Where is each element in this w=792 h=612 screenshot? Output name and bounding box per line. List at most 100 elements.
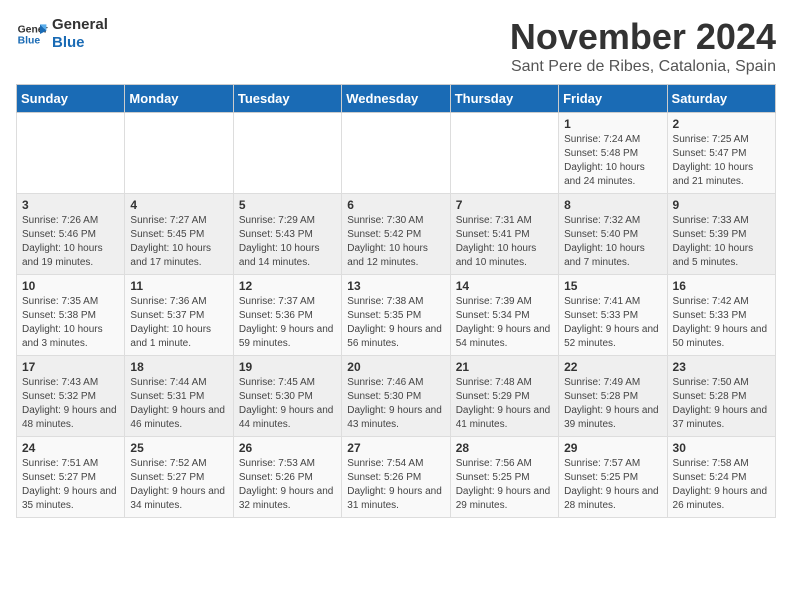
title-block: November 2024 Sant Pere de Ribes, Catalo… <box>510 16 776 76</box>
day-number: 25 <box>130 441 227 455</box>
calendar-cell <box>450 113 558 194</box>
day-number: 15 <box>564 279 661 293</box>
calendar-cell: 3 Sunrise: 7:26 AM Sunset: 5:46 PM Daylig… <box>17 194 125 275</box>
calendar-cell: 5 Sunrise: 7:29 AM Sunset: 5:43 PM Daylig… <box>233 194 341 275</box>
day-number: 12 <box>239 279 336 293</box>
calendar-week-1: 1 Sunrise: 7:24 AM Sunset: 5:48 PM Daylig… <box>17 113 776 194</box>
day-number: 10 <box>22 279 119 293</box>
day-info: Sunrise: 7:52 AM Sunset: 5:27 PM Dayligh… <box>130 457 227 513</box>
weekday-header-tuesday: Tuesday <box>233 85 341 113</box>
calendar-cell: 4 Sunrise: 7:27 AM Sunset: 5:45 PM Daylig… <box>125 194 233 275</box>
calendar-cell: 30 Sunrise: 7:58 AM Sunset: 5:24 PM Dayli… <box>667 437 775 518</box>
day-info: Sunrise: 7:25 AM Sunset: 5:47 PM Dayligh… <box>673 133 770 189</box>
day-number: 19 <box>239 360 336 374</box>
calendar-cell: 11 Sunrise: 7:36 AM Sunset: 5:37 PM Dayli… <box>125 275 233 356</box>
day-info: Sunrise: 7:36 AM Sunset: 5:37 PM Dayligh… <box>130 295 227 351</box>
calendar-cell: 13 Sunrise: 7:38 AM Sunset: 5:35 PM Dayli… <box>342 275 450 356</box>
month-title: November 2024 <box>510 16 776 58</box>
calendar-cell: 28 Sunrise: 7:56 AM Sunset: 5:25 PM Dayli… <box>450 437 558 518</box>
logo: General Blue General Blue <box>16 16 108 52</box>
day-number: 23 <box>673 360 770 374</box>
day-info: Sunrise: 7:43 AM Sunset: 5:32 PM Dayligh… <box>22 376 119 432</box>
calendar-cell: 17 Sunrise: 7:43 AM Sunset: 5:32 PM Dayli… <box>17 356 125 437</box>
day-number: 24 <box>22 441 119 455</box>
calendar-cell: 21Sunrise: 7:48 AM Sunset: 5:29 PM Dayli… <box>450 356 558 437</box>
day-info: Sunrise: 7:51 AM Sunset: 5:27 PM Dayligh… <box>22 457 119 513</box>
calendar-cell: 6 Sunrise: 7:30 AM Sunset: 5:42 PM Daylig… <box>342 194 450 275</box>
day-number: 29 <box>564 441 661 455</box>
day-number: 14 <box>456 279 553 293</box>
calendar-cell: 27Sunrise: 7:54 AM Sunset: 5:26 PM Dayli… <box>342 437 450 518</box>
day-info: Sunrise: 7:57 AM Sunset: 5:25 PM Dayligh… <box>564 457 661 513</box>
day-info: Sunrise: 7:26 AM Sunset: 5:46 PM Dayligh… <box>22 214 119 270</box>
day-number: 26 <box>239 441 336 455</box>
day-number: 20 <box>347 360 444 374</box>
calendar-cell: 22Sunrise: 7:49 AM Sunset: 5:28 PM Dayli… <box>559 356 667 437</box>
weekday-header-saturday: Saturday <box>667 85 775 113</box>
day-info: Sunrise: 7:53 AM Sunset: 5:26 PM Dayligh… <box>239 457 336 513</box>
day-number: 28 <box>456 441 553 455</box>
weekday-row: SundayMondayTuesdayWednesdayThursdayFrid… <box>17 85 776 113</box>
calendar-cell: 20 Sunrise: 7:46 AM Sunset: 5:30 PM Dayli… <box>342 356 450 437</box>
weekday-header-thursday: Thursday <box>450 85 558 113</box>
day-number: 1 <box>564 117 661 131</box>
day-number: 4 <box>130 198 227 212</box>
weekday-header-monday: Monday <box>125 85 233 113</box>
calendar-cell <box>342 113 450 194</box>
day-number: 16 <box>673 279 770 293</box>
day-info: Sunrise: 7:32 AM Sunset: 5:40 PM Dayligh… <box>564 214 661 270</box>
day-number: 17 <box>22 360 119 374</box>
day-info: Sunrise: 7:58 AM Sunset: 5:24 PM Dayligh… <box>673 457 770 513</box>
day-number: 8 <box>564 198 661 212</box>
day-info: Sunrise: 7:54 AM Sunset: 5:26 PM Dayligh… <box>347 457 444 513</box>
day-number: 30 <box>673 441 770 455</box>
calendar-cell: 10 Sunrise: 7:35 AM Sunset: 5:38 PM Dayli… <box>17 275 125 356</box>
calendar-cell: 29 Sunrise: 7:57 AM Sunset: 5:25 PM Dayli… <box>559 437 667 518</box>
weekday-header-sunday: Sunday <box>17 85 125 113</box>
day-info: Sunrise: 7:48 AM Sunset: 5:29 PM Dayligh… <box>456 376 553 432</box>
calendar-cell: 25 Sunrise: 7:52 AM Sunset: 5:27 PM Dayli… <box>125 437 233 518</box>
weekday-header-wednesday: Wednesday <box>342 85 450 113</box>
day-info: Sunrise: 7:46 AM Sunset: 5:30 PM Dayligh… <box>347 376 444 432</box>
calendar-cell <box>125 113 233 194</box>
calendar-cell: 24 Sunrise: 7:51 AM Sunset: 5:27 PM Dayli… <box>17 437 125 518</box>
day-number: 5 <box>239 198 336 212</box>
calendar-cell: 15Sunrise: 7:41 AM Sunset: 5:33 PM Dayli… <box>559 275 667 356</box>
svg-text:Blue: Blue <box>18 36 41 47</box>
calendar-cell: 16 Sunrise: 7:42 AM Sunset: 5:33 PM Dayli… <box>667 275 775 356</box>
day-info: Sunrise: 7:37 AM Sunset: 5:36 PM Dayligh… <box>239 295 336 351</box>
day-number: 2 <box>673 117 770 131</box>
calendar-cell: 2 Sunrise: 7:25 AM Sunset: 5:47 PM Daylig… <box>667 113 775 194</box>
day-info: Sunrise: 7:50 AM Sunset: 5:28 PM Dayligh… <box>673 376 770 432</box>
calendar-cell: 12 Sunrise: 7:37 AM Sunset: 5:36 PM Dayli… <box>233 275 341 356</box>
day-info: Sunrise: 7:31 AM Sunset: 5:41 PM Dayligh… <box>456 214 553 270</box>
day-info: Sunrise: 7:24 AM Sunset: 5:48 PM Dayligh… <box>564 133 661 189</box>
calendar-week-5: 24 Sunrise: 7:51 AM Sunset: 5:27 PM Dayli… <box>17 437 776 518</box>
logo-line2: Blue <box>52 34 108 52</box>
day-info: Sunrise: 7:56 AM Sunset: 5:25 PM Dayligh… <box>456 457 553 513</box>
day-number: 11 <box>130 279 227 293</box>
day-info: Sunrise: 7:42 AM Sunset: 5:33 PM Dayligh… <box>673 295 770 351</box>
weekday-header-friday: Friday <box>559 85 667 113</box>
day-info: Sunrise: 7:44 AM Sunset: 5:31 PM Dayligh… <box>130 376 227 432</box>
calendar-cell: 8 Sunrise: 7:32 AM Sunset: 5:40 PM Daylig… <box>559 194 667 275</box>
day-info: Sunrise: 7:33 AM Sunset: 5:39 PM Dayligh… <box>673 214 770 270</box>
logo-line1: General <box>52 16 108 34</box>
calendar-cell <box>17 113 125 194</box>
day-info: Sunrise: 7:29 AM Sunset: 5:43 PM Dayligh… <box>239 214 336 270</box>
day-number: 22 <box>564 360 661 374</box>
day-info: Sunrise: 7:35 AM Sunset: 5:38 PM Dayligh… <box>22 295 119 351</box>
day-number: 7 <box>456 198 553 212</box>
day-number: 3 <box>22 198 119 212</box>
logo-icon: General Blue <box>16 18 48 50</box>
day-number: 13 <box>347 279 444 293</box>
day-number: 6 <box>347 198 444 212</box>
calendar-cell: 19 Sunrise: 7:45 AM Sunset: 5:30 PM Dayli… <box>233 356 341 437</box>
calendar-cell: 7 Sunrise: 7:31 AM Sunset: 5:41 PM Daylig… <box>450 194 558 275</box>
day-info: Sunrise: 7:45 AM Sunset: 5:30 PM Dayligh… <box>239 376 336 432</box>
day-number: 18 <box>130 360 227 374</box>
calendar-cell: 9Sunrise: 7:33 AM Sunset: 5:39 PM Daylig… <box>667 194 775 275</box>
day-info: Sunrise: 7:30 AM Sunset: 5:42 PM Dayligh… <box>347 214 444 270</box>
day-info: Sunrise: 7:27 AM Sunset: 5:45 PM Dayligh… <box>130 214 227 270</box>
day-info: Sunrise: 7:38 AM Sunset: 5:35 PM Dayligh… <box>347 295 444 351</box>
